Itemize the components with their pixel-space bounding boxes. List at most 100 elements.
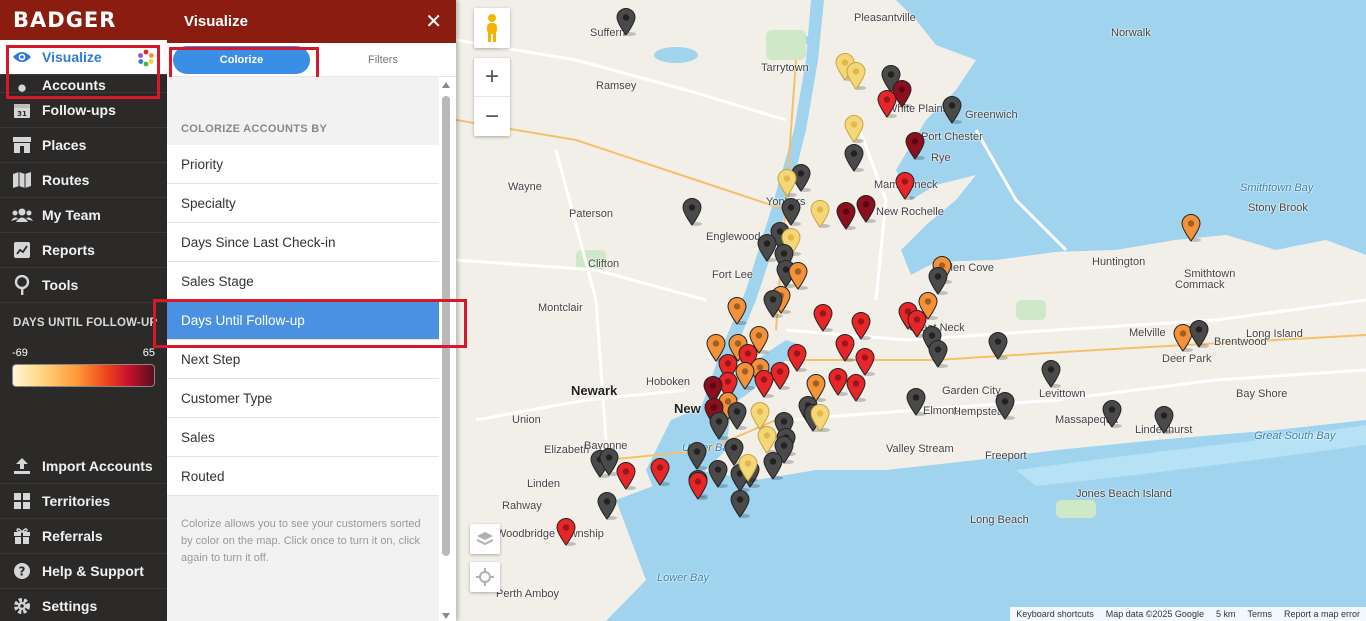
scrollbar-thumb[interactable] [442,96,450,556]
account-pin-pale-icon[interactable] [844,115,864,143]
keyboard-shortcuts-link[interactable]: Keyboard shortcuts [1016,609,1094,619]
nav-item-visualize[interactable]: Visualize [0,40,167,75]
account-pin-red-icon[interactable] [828,368,848,396]
account-pin-red-icon[interactable] [846,374,866,402]
account-pin-gray-icon[interactable] [709,412,729,440]
account-pin-red-icon[interactable] [835,334,855,362]
colorize-option-specialty[interactable]: Specialty [167,184,439,223]
account-pin-gray-icon[interactable] [844,144,864,172]
account-pin-dark-icon[interactable] [892,80,912,108]
account-pin-red-icon[interactable] [813,304,833,332]
account-pin-pale-icon[interactable] [738,454,758,482]
account-pin-gray-icon[interactable] [1102,400,1122,428]
nav-item-places[interactable]: Places [0,128,167,163]
account-pin-gray-icon[interactable] [763,452,783,480]
nav-item-reports[interactable]: Reports [0,233,167,268]
account-pin-gray-icon[interactable] [730,490,750,518]
account-pin-gray-icon[interactable] [727,402,747,430]
nav-item-follow-ups[interactable]: 31 Follow-ups [0,93,167,128]
account-pin-gray-icon[interactable] [906,388,926,416]
nav-item-tools[interactable]: Tools [0,268,167,303]
account-pin-gray-icon[interactable] [763,290,783,318]
zoom-out-button[interactable]: − [474,97,510,136]
scroll-up-icon[interactable] [442,82,450,88]
account-pin-dark-icon[interactable] [836,202,856,230]
account-pin-gray-icon[interactable] [616,8,636,36]
account-pin-pale-icon[interactable] [846,62,866,90]
colorize-option-days-since-last-check-in[interactable]: Days Since Last Check-in [167,223,439,262]
account-pin-gray-icon[interactable] [682,198,702,226]
nav-item-help-support[interactable]: ? Help & Support [0,554,167,589]
nav-item-accounts[interactable]: ● Accounts [0,75,167,93]
eye-icon [11,46,33,68]
gear-icon [11,595,33,617]
map-attribution: Keyboard shortcuts Map data ©2025 Google… [1010,607,1366,621]
account-pin-gray-icon[interactable] [1189,320,1209,348]
panel-scrollbar[interactable] [440,79,452,621]
upload-icon [11,455,33,477]
account-pin-dark-icon[interactable] [856,195,876,223]
account-pin-gray-icon[interactable] [1154,406,1174,434]
report-error-link[interactable]: Report a map error [1284,609,1360,619]
svg-text:31: 31 [17,110,27,118]
account-pin-gray-icon[interactable] [942,96,962,124]
account-pin-gray-icon[interactable] [988,332,1008,360]
account-pin-gray-icon[interactable] [995,392,1015,420]
account-pin-gray-icon[interactable] [928,267,948,295]
account-pin-gray-icon[interactable] [687,442,707,470]
account-pin-gray-icon[interactable] [928,340,948,368]
account-pin-dark-icon[interactable] [905,132,925,160]
map-data-text: Map data ©2025 Google [1105,609,1204,619]
nav-item-label: Accounts [42,77,106,93]
terms-link[interactable]: Terms [1247,609,1272,619]
account-pin-pale-icon[interactable] [810,404,830,432]
account-pin-pale-icon[interactable] [810,200,830,228]
nav-item-settings[interactable]: Settings [0,589,167,621]
my-location-icon[interactable] [470,562,500,592]
account-pin-red-icon[interactable] [855,348,875,376]
nav-item-label: Tools [42,277,79,293]
account-pin-gray-icon[interactable] [708,460,728,488]
nav-item-label: Help & Support [42,563,144,579]
scroll-down-icon[interactable] [442,613,450,619]
account-pin-gray-icon[interactable] [1041,360,1061,388]
colorize-option-sales[interactable]: Sales [167,418,439,457]
nav-item-routes[interactable]: Routes [0,163,167,198]
nav-item-label: Reports [42,242,95,258]
grid-icon [11,490,33,512]
account-pin-red-icon[interactable] [650,458,670,486]
nav-item-my-team[interactable]: My Team [0,198,167,233]
colorize-option-priority[interactable]: Priority [167,145,439,184]
layers-icon[interactable] [470,524,500,554]
nav-item-referrals[interactable]: Referrals [0,519,167,554]
tab-colorize[interactable]: Colorize [173,45,310,74]
account-pin-red-icon[interactable] [787,344,807,372]
tab-filters[interactable]: Filters [310,54,456,66]
colorize-option-days-until-follow-up[interactable]: Days Until Follow-up [167,301,439,340]
account-pin-red-icon[interactable] [754,370,774,398]
close-icon[interactable]: ✕ [425,9,442,34]
svg-text:?: ? [19,565,26,579]
account-pin-gray-icon[interactable] [597,492,617,520]
street-view-pegman-icon[interactable] [474,8,510,48]
colorize-option-customer-type[interactable]: Customer Type [167,379,439,418]
account-pin-red-icon[interactable] [688,472,708,500]
badger-logo[interactable]: BADGER [0,0,167,40]
colorize-option-sales-stage[interactable]: Sales Stage [167,262,439,301]
account-pin-red-icon[interactable] [556,518,576,546]
colorize-option-next-step[interactable]: Next Step [167,340,439,379]
zoom-in-button[interactable]: + [474,58,510,97]
map-view[interactable]: Pleasantville White Plains Greenwich Norwal… [456,0,1366,621]
account-pin-red-icon[interactable] [895,172,915,200]
nav-item-territories[interactable]: Territories [0,484,167,519]
account-pin-pale-icon[interactable] [777,169,797,197]
nav-item-import-accounts[interactable]: Import Accounts [0,449,167,484]
account-pin-orange-icon[interactable] [735,362,755,390]
visualize-panel: Visualize ✕ Colorize Filters COLORIZE AC… [153,0,467,621]
account-pin-orange-icon[interactable] [1181,214,1201,242]
account-pin-orange-icon[interactable] [788,262,808,290]
account-pin-red-icon[interactable] [616,462,636,490]
help-icon: ? [11,560,33,582]
colorize-option-routed[interactable]: Routed [167,457,439,496]
account-pin-orange-icon[interactable] [727,297,747,325]
